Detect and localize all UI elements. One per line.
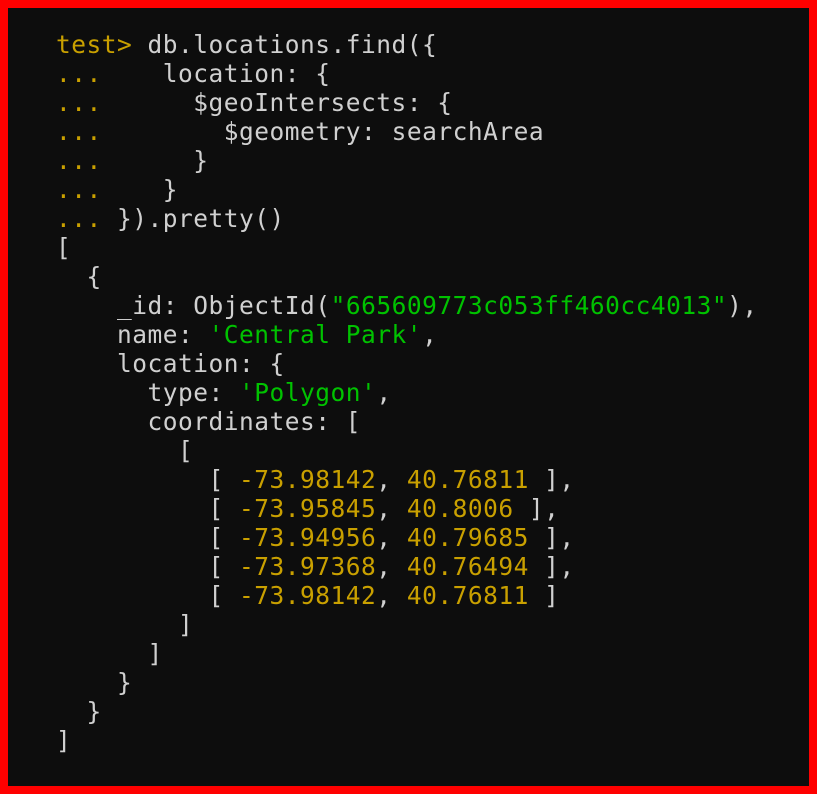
name-key: name: [117, 320, 193, 349]
array-open: [ [56, 233, 71, 262]
objectid-label: ObjectId [193, 291, 315, 320]
continuation: ... [56, 88, 102, 117]
query-line: db.locations.find({ [148, 30, 438, 59]
query-line: $geometry: [224, 117, 377, 146]
coord-value: -73.94956 [239, 523, 376, 552]
continuation: ... [56, 117, 102, 146]
coord-value: -73.98142 [239, 581, 376, 610]
continuation: ... [56, 204, 102, 233]
type-value: 'Polygon' [239, 378, 376, 407]
query-line: location: { [163, 59, 331, 88]
coordinates-key: coordinates: [148, 407, 331, 436]
object-close: } [87, 697, 102, 726]
type-key: type: [148, 378, 224, 407]
array-close: ] [56, 726, 71, 755]
coord-value: -73.98142 [239, 465, 376, 494]
objectid-value: "665609773c053ff460cc4013" [331, 291, 728, 320]
coord-value: 40.8006 [407, 494, 514, 523]
coord-value: -73.95845 [239, 494, 376, 523]
id-key: _id: [117, 291, 178, 320]
object-open: { [87, 262, 102, 291]
coord-value: 40.76494 [407, 552, 529, 581]
query-identifier: searchArea [392, 117, 545, 146]
continuation: ... [56, 59, 102, 88]
continuation: ... [56, 146, 102, 175]
brace: } [193, 146, 208, 175]
location-key: location: [117, 349, 254, 378]
brace: } [163, 175, 178, 204]
coord-value: -73.97368 [239, 552, 376, 581]
terminal-frame: test> db.locations.find({ ... location: … [0, 0, 817, 794]
query-line: }).pretty() [117, 204, 285, 233]
name-value: 'Central Park' [209, 320, 423, 349]
coord-value: 40.79685 [407, 523, 529, 552]
terminal-output: test> db.locations.find({ ... location: … [56, 30, 809, 755]
prompt[interactable]: test> [56, 30, 132, 59]
continuation: ... [56, 175, 102, 204]
coord-value: 40.76811 [407, 581, 529, 610]
coord-value: 40.76811 [407, 465, 529, 494]
query-line: $geoIntersects: { [193, 88, 452, 117]
